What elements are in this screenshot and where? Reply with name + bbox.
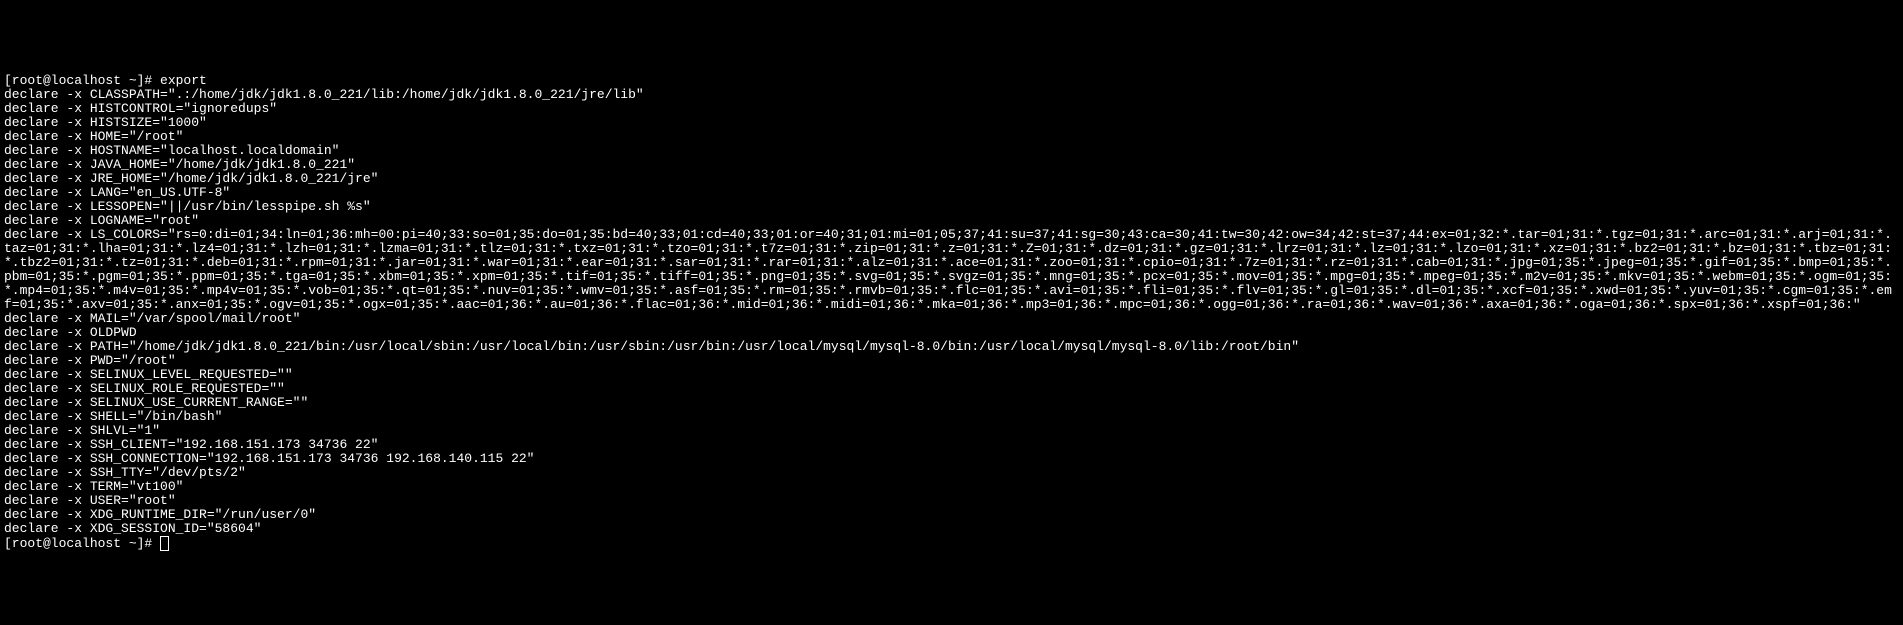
output-line: declare -x MAIL="/var/spool/mail/root" (4, 312, 1899, 326)
output-line: declare -x LANG="en_US.UTF-8" (4, 186, 1899, 200)
output-line: declare -x USER="root" (4, 494, 1899, 508)
cursor (160, 536, 169, 551)
output-line: declare -x SELINUX_ROLE_REQUESTED="" (4, 382, 1899, 396)
output-line: declare -x SELINUX_USE_CURRENT_RANGE="" (4, 396, 1899, 410)
prompt-line: [root@localhost ~]# export (4, 74, 1899, 88)
output-line: declare -x HISTSIZE="1000" (4, 116, 1899, 130)
prompt-line-2: [root@localhost ~]# (4, 536, 1899, 551)
output-line: declare -x PWD="/root" (4, 354, 1899, 368)
output-line: declare -x SHLVL="1" (4, 424, 1899, 438)
output-line: declare -x PATH="/home/jdk/jdk1.8.0_221/… (4, 340, 1899, 354)
output-line: declare -x LS_COLORS="rs=0:di=01;34:ln=0… (4, 228, 1899, 312)
output-line: declare -x SSH_CONNECTION="192.168.151.1… (4, 452, 1899, 466)
output-line: declare -x CLASSPATH=".:/home/jdk/jdk1.8… (4, 88, 1899, 102)
output-line: declare -x SSH_CLIENT="192.168.151.173 3… (4, 438, 1899, 452)
output-line: declare -x JAVA_HOME="/home/jdk/jdk1.8.0… (4, 158, 1899, 172)
output-line: declare -x XDG_RUNTIME_DIR="/run/user/0" (4, 508, 1899, 522)
output-line: declare -x LESSOPEN="||/usr/bin/lesspipe… (4, 200, 1899, 214)
output-line: declare -x OLDPWD (4, 326, 1899, 340)
output-line: declare -x SSH_TTY="/dev/pts/2" (4, 466, 1899, 480)
output-line: declare -x SELINUX_LEVEL_REQUESTED="" (4, 368, 1899, 382)
output-line: declare -x XDG_SESSION_ID="58604" (4, 522, 1899, 536)
output-line: declare -x HOME="/root" (4, 130, 1899, 144)
output-line: declare -x HOSTNAME="localhost.localdoma… (4, 144, 1899, 158)
terminal-output[interactable]: [root@localhost ~]# exportdeclare -x CLA… (0, 70, 1903, 555)
output-line: declare -x HISTCONTROL="ignoredups" (4, 102, 1899, 116)
output-line: declare -x TERM="vt100" (4, 480, 1899, 494)
output-line: declare -x JRE_HOME="/home/jdk/jdk1.8.0_… (4, 172, 1899, 186)
output-line: declare -x LOGNAME="root" (4, 214, 1899, 228)
output-line: declare -x SHELL="/bin/bash" (4, 410, 1899, 424)
